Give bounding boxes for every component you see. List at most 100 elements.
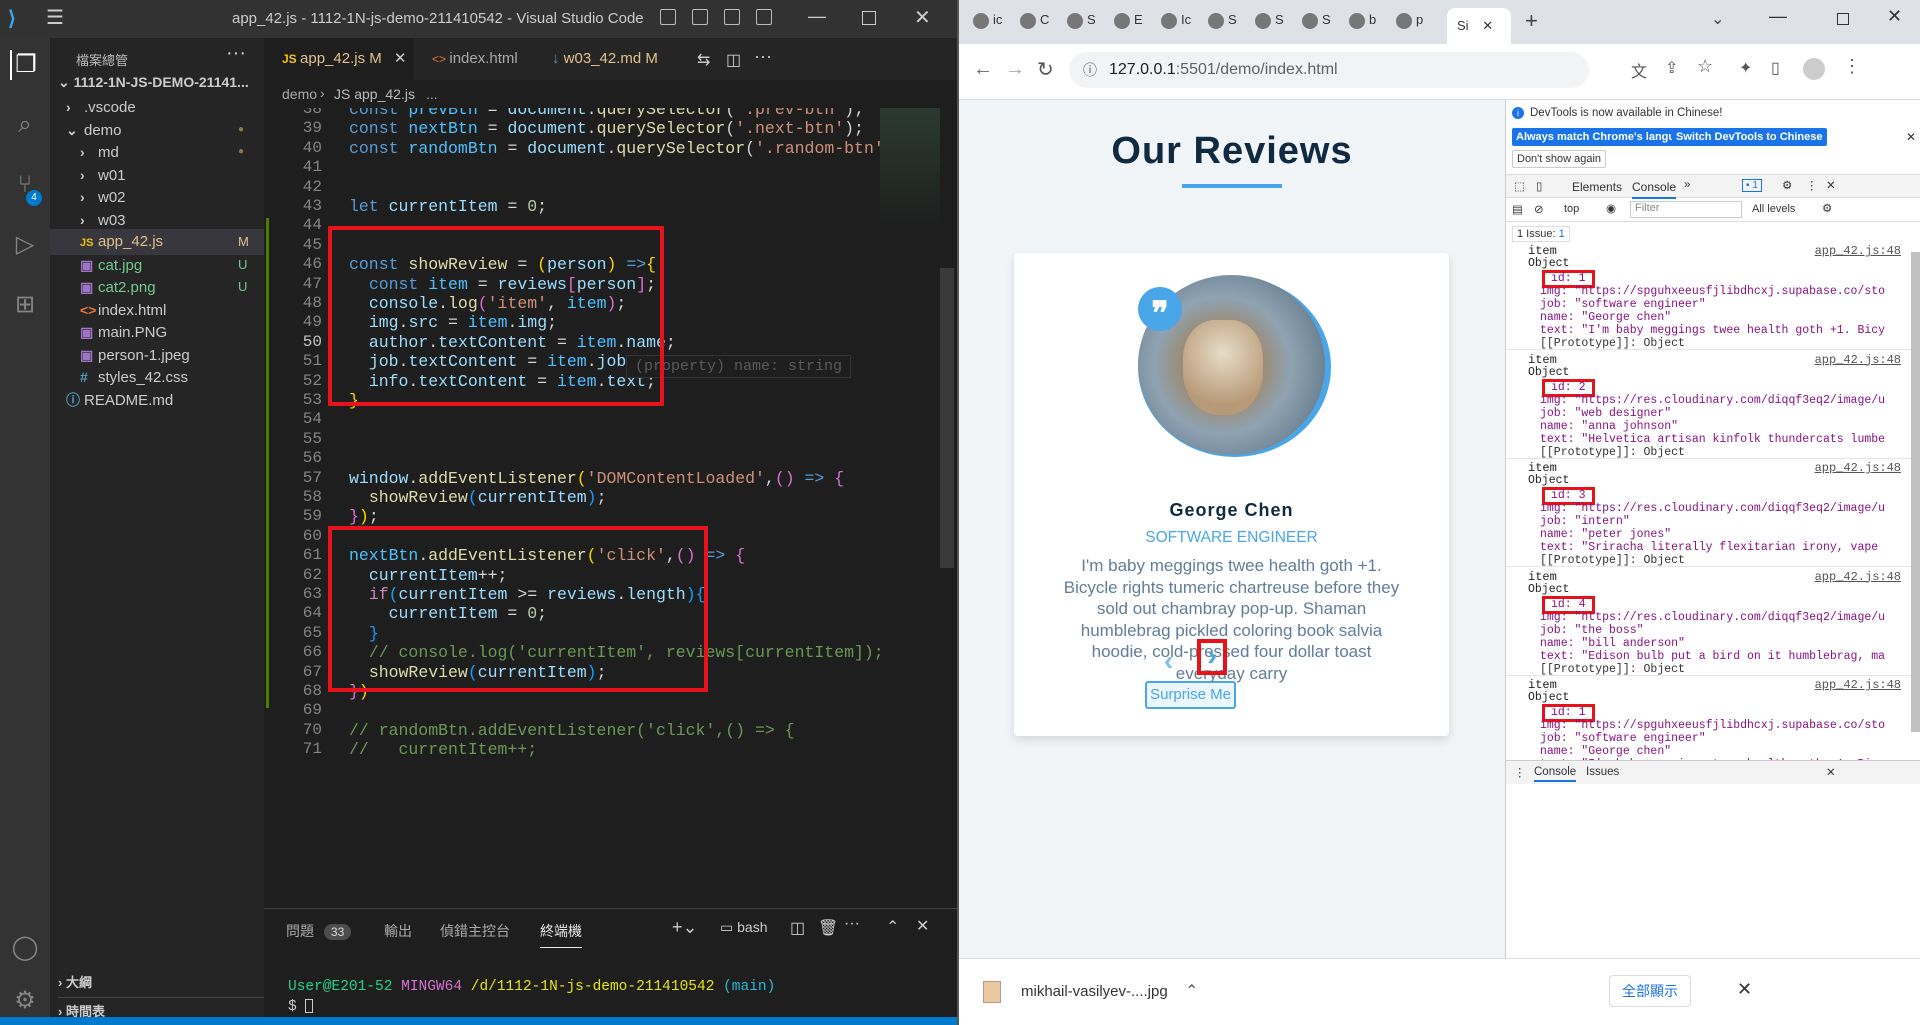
tab-elements[interactable]: Elements [1572,180,1622,194]
search-icon[interactable]: ⌕ [10,110,40,140]
toggle-sidebar-icon[interactable] [660,9,676,25]
root-folder[interactable]: ⌄ 1112-1N-JS-DEMO-21141... [58,70,264,94]
download-filename[interactable]: mikhail-vasilyev-....jpg [1021,983,1168,1000]
devtools-settings-icon[interactable]: ⚙ [1782,178,1792,192]
match-language-button[interactable]: Always match Chrome's language [1512,128,1699,146]
split-editor-icon[interactable]: ◫ [726,50,741,70]
console-filter-input[interactable]: Filter [1630,201,1742,218]
tab-terminal[interactable]: 終端機 [540,921,582,948]
back-icon[interactable]: ← [973,58,993,81]
explorer-icon[interactable]: ❐ [10,50,40,80]
tab-w03-md[interactable]: ↓ w03_42.md M [534,38,684,80]
devtools-close-icon[interactable]: ✕ [1826,178,1836,192]
console-object[interactable]: Object [1528,257,1569,270]
browser-tab[interactable]: E [1114,12,1152,40]
surprise-me-button[interactable]: Surprise Me [1145,681,1236,709]
run-debug-icon[interactable]: ▷ [10,230,40,260]
close-icon[interactable]: ✕ [1887,6,1902,27]
reload-icon[interactable]: ↻ [1037,57,1054,82]
drawer-tab-console[interactable]: Console [1534,766,1577,782]
more-actions-icon[interactable]: ··· [226,42,246,65]
more-tabs-icon[interactable]: » [1684,179,1690,191]
toggle-secondary-sidebar-icon[interactable] [724,9,740,25]
console-object[interactable]: Object [1528,366,1569,379]
sidebar-toggle-icon[interactable]: ▤ [1512,202,1523,216]
browser-tab[interactable]: S [1255,12,1293,40]
console-settings-icon[interactable]: ⚙ [1822,201,1832,215]
tree-item[interactable]: ⓘ README.md [50,387,264,413]
inspect-icon[interactable]: ⬚ [1514,179,1525,193]
browser-tab[interactable]: S [1302,12,1340,40]
console-entry-source[interactable]: app_42.js:48 [1815,244,1901,258]
console-entry-source[interactable]: app_42.js:48 [1815,570,1901,584]
console-entry-source[interactable]: app_42.js:48 [1815,353,1901,367]
drawer-menu-icon[interactable]: ⋮ [1514,765,1526,779]
extensions-icon[interactable]: ⊞ [10,290,40,320]
tab-console[interactable]: Console [1632,180,1677,199]
live-expression-icon[interactable]: ◉ [1606,201,1616,215]
maximize-panel-icon[interactable]: ⌃ [886,917,899,937]
tab-problems[interactable]: 問題 33 [286,921,352,941]
active-tab[interactable]: Si ✕ [1447,8,1511,44]
toggle-panel-icon[interactable] [692,9,708,25]
tab-close-icon[interactable]: ✕ [394,50,407,67]
tab-output[interactable]: 輸出 [384,921,412,941]
breadcrumb-symbol[interactable]: ... [426,86,438,102]
chrome-menu-icon[interactable]: ⋮ [1843,56,1861,77]
device-icon[interactable]: ▯ [1536,179,1542,193]
share-icon[interactable]: ⇪ [1665,58,1678,78]
drawer-tab-issues[interactable]: Issues [1586,766,1619,778]
context-select[interactable]: top [1564,203,1579,215]
site-info-icon[interactable]: ⓘ [1083,60,1097,80]
new-terminal-icon[interactable]: +⌄ [672,917,698,938]
kill-terminal-icon[interactable]: 🗑 [818,918,838,938]
devtools-menu-icon[interactable]: ⋮ [1806,178,1818,192]
console-object[interactable]: Object [1528,474,1569,487]
drawer-close-icon[interactable]: ✕ [1826,765,1836,779]
log-levels-select[interactable]: All levels [1752,203,1795,215]
terminal-shell[interactable]: ▭ bash [720,919,767,936]
console-object[interactable]: Object [1528,583,1569,596]
editor-more-icon[interactable]: ··· [754,46,772,67]
outline-section[interactable]: › 大綱 [58,972,92,991]
maximize-icon[interactable] [1837,13,1849,25]
dont-show-button[interactable]: Don't show again [1512,150,1607,168]
browser-tab[interactable]: p [1396,12,1434,40]
side-panel-icon[interactable]: ▯ [1771,58,1780,78]
download-chevron-up-icon[interactable]: ⌃ [1185,981,1198,1001]
bookmark-star-icon[interactable]: ☆ [1697,56,1713,77]
console-entry-source[interactable]: app_42.js:48 [1815,678,1901,692]
minimize-icon[interactable]: — [808,6,826,27]
terminal-prompt[interactable]: User@E201-52 MINGW64 /d/1112-1N-js-demo-… [288,979,775,995]
customize-layout-icon[interactable] [756,9,772,25]
menu-icon[interactable]: ☰ [46,8,64,28]
tab-app-42-js[interactable]: JS app_42.js M ✕ [264,38,414,80]
show-all-button[interactable]: 全部顯示 [1609,975,1691,1007]
browser-tab[interactable]: S [1208,12,1246,40]
code-editor[interactable]: 38 const prevBtn = document.querySelector… [264,108,957,908]
browser-tab[interactable]: C [1020,12,1058,40]
panel-more-icon[interactable]: ··· [844,915,860,933]
scrollbar[interactable] [940,268,954,568]
issues-badge[interactable]: ▪ 1 [1742,179,1762,192]
tab-debug-console[interactable]: 偵錯主控台 [440,921,510,941]
translate-icon[interactable]: 文 [1631,58,1647,82]
terminal-cursor-line[interactable]: $ [288,999,314,1015]
clear-console-icon[interactable]: ⊘ [1534,202,1544,216]
browser-tab[interactable]: b [1349,12,1387,40]
tab-close-icon[interactable]: ✕ [1482,18,1493,33]
breadcrumb-folder[interactable]: demo [282,86,317,102]
omnibox[interactable]: ⓘ 127.0.0.1:5501/demo/index.html [1069,52,1589,88]
breadcrumb-file[interactable]: JS app_42.js [334,86,415,102]
browser-tab[interactable]: S [1067,12,1105,40]
open-changes-icon[interactable]: ⇆ [697,50,710,70]
console-scrollbar[interactable] [1911,252,1920,732]
close-icon[interactable]: ✕ [914,5,931,30]
close-panel-icon[interactable]: ✕ [916,916,929,936]
new-tab-icon[interactable]: + [1525,8,1538,34]
tab-search-icon[interactable]: ⌄ [1711,9,1724,29]
next-button[interactable]: › [1197,639,1227,675]
split-terminal-icon[interactable]: ◫ [790,918,805,938]
notice-close-icon[interactable]: ✕ [1906,130,1916,144]
settings-gear-icon[interactable]: ⚙ [10,986,40,1016]
